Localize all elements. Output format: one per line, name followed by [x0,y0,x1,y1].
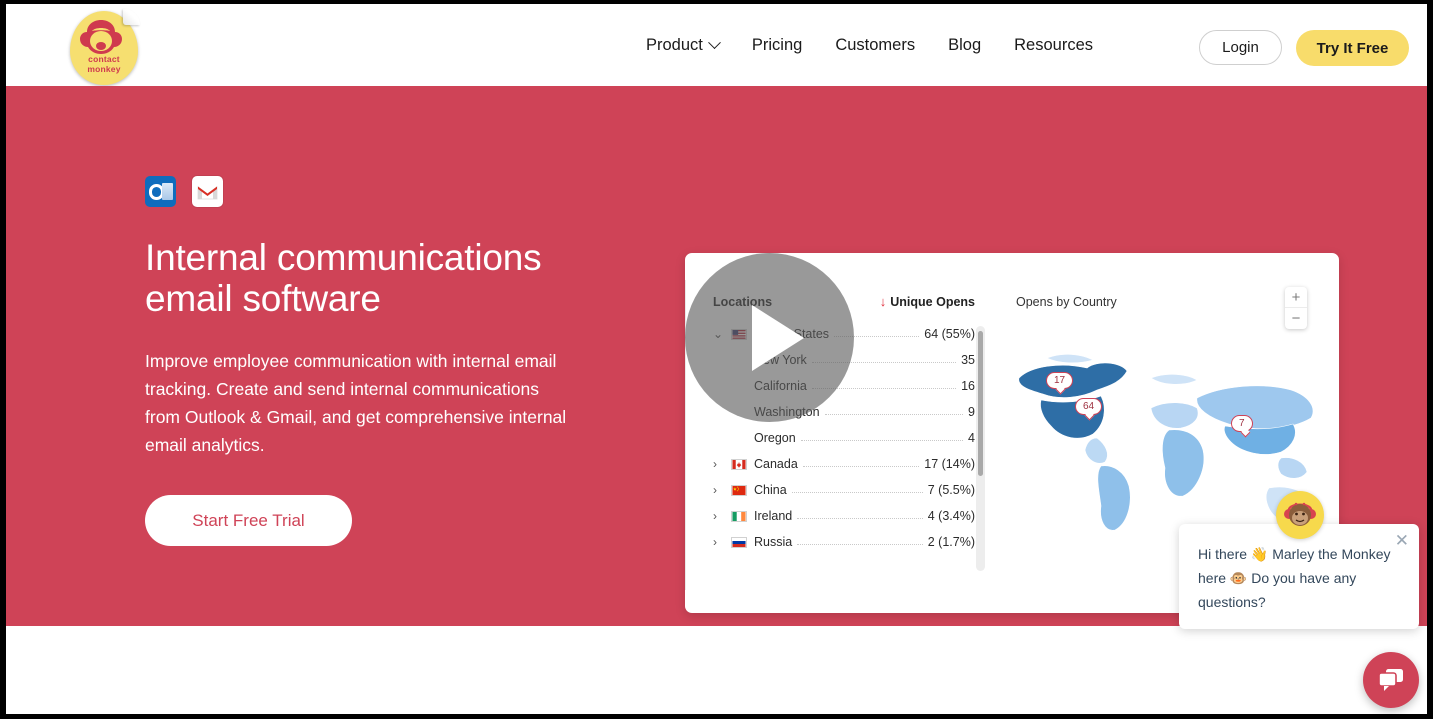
contactmonkey-logo[interactable]: contact monkey [66,6,142,88]
nav-label: Resources [1014,35,1093,54]
chevron-right-icon[interactable]: › [713,509,731,523]
flag-canada-icon [731,458,747,470]
nav-item-blog[interactable]: Blog [948,36,981,55]
dotted-leader [797,537,923,545]
nav-item-customers[interactable]: Customers [835,36,915,55]
map-marker[interactable]: 7 [1231,415,1253,432]
map-title: Opens by Country [1016,295,1117,309]
row-label: Canada [754,457,798,471]
table-row[interactable]: › Canada 17 (14%) [713,451,975,477]
nav-label: Product [646,35,703,54]
nav-label: Blog [948,35,982,54]
row-value: 4 [968,431,975,445]
flag-ireland-icon [731,510,747,522]
dotted-leader [800,433,964,441]
table-row[interactable]: › China 7 (5.5%) [713,477,975,503]
nav-label: Pricing [751,35,803,54]
list-scrollbar-thumb[interactable] [978,331,983,476]
chevron-right-icon[interactable]: › [713,483,731,497]
chat-greeting-card: ✕ Hi there 👋 Marley the Monkey here 🐵 Do… [1179,524,1419,629]
row-value: 64 (55%) [924,327,975,341]
row-value: 17 (14%) [924,457,975,471]
nav-item-product[interactable]: Product [646,35,721,55]
row-label: Oregon [754,431,796,445]
login-button[interactable]: Login [1199,30,1282,65]
chat-bubble-icon [1378,669,1403,691]
flag-china-icon [731,484,747,496]
video-play-button[interactable] [685,253,854,422]
table-row[interactable]: › Ireland 4 (3.4%) [713,503,975,529]
map-marker[interactable]: 64 [1075,398,1103,415]
row-value: 2 (1.7%) [927,535,975,549]
site-header: contact monkey Product Pricing Customers… [6,4,1427,86]
outlook-icon [145,176,176,207]
table-row[interactable]: Oregon 4 [713,425,975,451]
unique-opens-column-header[interactable]: ↓ Unique Opens [880,294,975,309]
dotted-leader [802,459,920,467]
row-label: Russia [754,535,793,549]
row-value: 7 (5.5%) [927,483,975,497]
logo-peel-corner [123,9,140,25]
hero-content: Internal communications email software I… [145,176,585,546]
dotted-leader [797,511,923,519]
start-free-trial-button[interactable]: Start Free Trial [145,495,352,546]
page-body-below-hero [6,626,1427,714]
dotted-leader [791,485,923,493]
dotted-leader [824,407,964,415]
page-title: Internal communications email software [145,237,542,319]
monkey-avatar [1276,491,1324,539]
nav-item-pricing[interactable]: Pricing [752,36,802,55]
row-label: China [754,483,787,497]
browser-viewport: contact monkey Product Pricing Customers… [6,4,1427,714]
table-row[interactable]: › Russia 2 (1.7%) [713,529,975,555]
monkey-avatar-icon [1284,502,1316,526]
row-value: 9 [968,405,975,419]
chevron-right-icon[interactable]: › [713,535,731,549]
map-zoom-controls: + − [1285,287,1307,329]
row-value: 35 [961,353,975,367]
sort-descending-arrow-icon: ↓ [879,294,887,309]
chevron-down-icon [708,35,721,49]
gmail-icon [192,176,223,207]
main-navigation: Product Pricing Customers Blog Resources [646,4,1093,86]
chat-message: Hi there 👋 Marley the Monkey here 🐵 Do y… [1198,546,1391,610]
monkey-face-icon [80,20,122,54]
try-it-free-button[interactable]: Try It Free [1296,30,1409,66]
integration-icons [145,176,585,207]
row-label: Ireland [754,509,793,523]
flag-russia-icon [731,536,747,548]
row-value: 16 [961,379,975,393]
logo-wordmark: contact monkey [87,54,121,74]
chevron-right-icon[interactable]: › [713,457,731,471]
play-icon [751,304,804,371]
map-marker[interactable]: 17 [1046,372,1074,389]
nav-label: Customers [835,35,916,54]
row-value: 4 (3.4%) [927,509,975,523]
zoom-out-button[interactable]: − [1285,308,1307,329]
hero-description: Improve employee communication with inte… [145,351,567,455]
chat-launcher-button[interactable] [1363,652,1419,708]
zoom-in-button[interactable]: + [1285,287,1307,308]
nav-item-resources[interactable]: Resources [1014,36,1093,55]
